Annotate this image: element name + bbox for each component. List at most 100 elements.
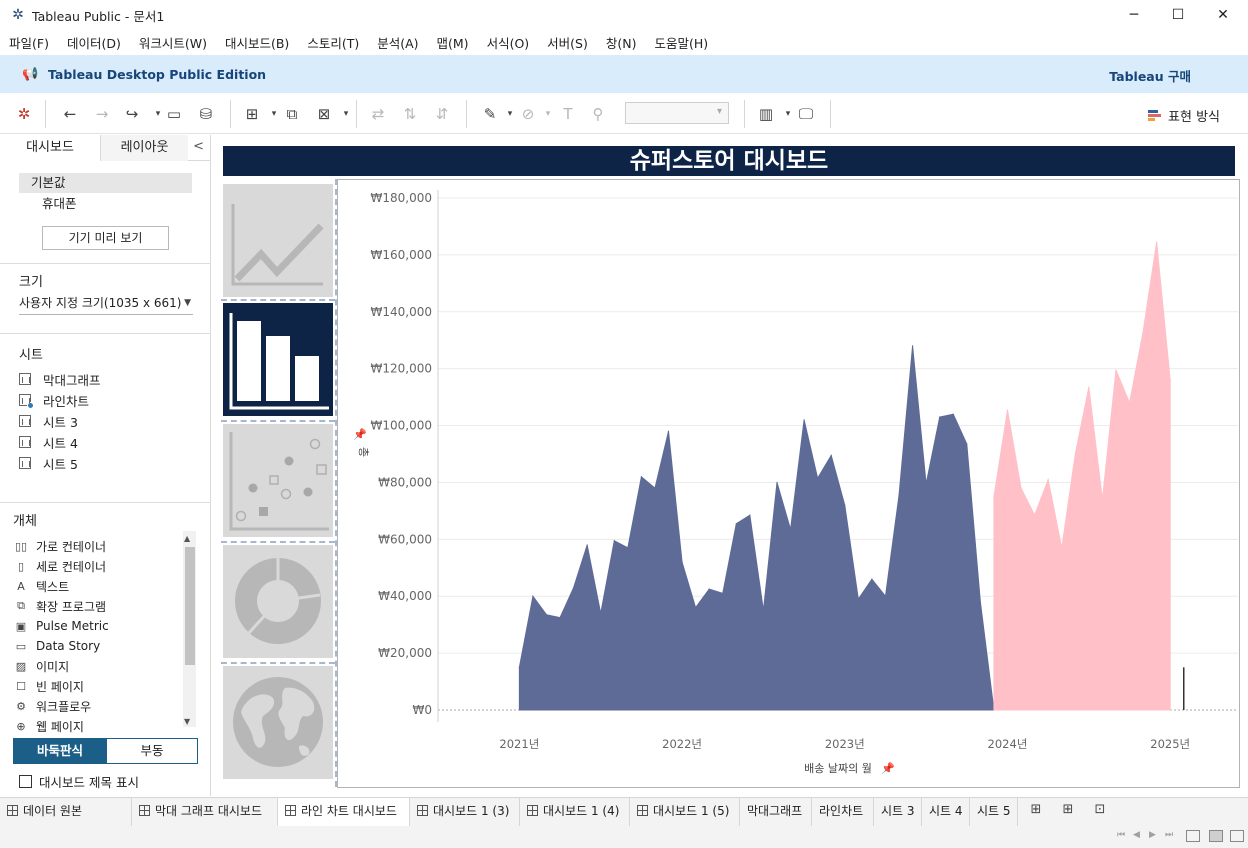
device-default[interactable]: 기본값 — [19, 173, 192, 193]
object-item-4[interactable]: ▣ Pulse Metric — [14, 616, 109, 636]
device-preview-button[interactable]: 기기 미리 보기 — [42, 226, 169, 250]
show-title-checkbox[interactable]: 대시보드 제목 표시 — [19, 772, 139, 791]
menu-item-6[interactable]: 맵(M) — [428, 33, 478, 52]
object-item-6[interactable]: ▨ 이미지 — [14, 656, 69, 676]
sheet-tab-4[interactable]: 대시보드 1 (4) — [520, 798, 630, 826]
device-phone[interactable]: 휴대폰 — [19, 194, 192, 214]
film-strip-icon[interactable] — [1186, 830, 1200, 842]
dashboard-panel: 대시보드 레이아웃 < 기본값 휴대폰 기기 미리 보기 크기 사용자 지정 크… — [0, 135, 211, 796]
area-chart[interactable]: ₩0 ₩20,000 ₩40,000 ₩60,000 ₩80,000 ₩100,000 ₩1… — [337, 179, 1240, 788]
dropdown-arrow-icon[interactable]: ▾ — [334, 102, 358, 126]
sort-asc-icon[interactable]: ⇅ — [398, 102, 422, 126]
tiled-toggle[interactable]: 바둑판식 — [13, 738, 107, 764]
tableau-home-icon[interactable]: ✲ — [12, 102, 36, 126]
data-point — [1061, 547, 1063, 549]
menu-item-8[interactable]: 서버(S) — [538, 33, 597, 52]
object-item-5[interactable]: ▭ Data Story — [14, 636, 100, 656]
collapse-icon[interactable]: < — [193, 139, 204, 154]
labels-icon[interactable]: T — [556, 102, 580, 126]
sheet-item-label: 막대그래프 — [43, 372, 101, 388]
menu-item-9[interactable]: 창(N) — [597, 33, 646, 52]
sheet-tab-1[interactable]: 막대 그래프 대시보드 — [132, 798, 278, 826]
undo-icon[interactable]: ← — [58, 102, 82, 126]
menu-item-7[interactable]: 서식(O) — [478, 33, 539, 52]
last-tab-icon[interactable]: ⏭ — [1165, 830, 1173, 840]
objects-scrollbar-thumb[interactable] — [185, 547, 195, 665]
sheet-tab-7[interactable]: 라인차트 — [812, 798, 874, 826]
object-item-7[interactable]: ☐ 빈 페이지 — [14, 676, 84, 696]
menu-item-4[interactable]: 스토리(T) — [298, 33, 368, 52]
map-thumbnail[interactable] — [223, 666, 333, 779]
sheet-tab-3[interactable]: 대시보드 1 (3) — [410, 798, 520, 826]
sheet-tab-2[interactable]: 라인 차트 대시보드 — [278, 798, 410, 826]
object-item-1[interactable]: ▯ 세로 컨테이너 — [14, 556, 106, 576]
line-chart-thumbnail[interactable] — [223, 184, 333, 297]
show-cards-icon[interactable]: ▥ — [754, 102, 778, 126]
sheet-item-2[interactable]: 시트 3 — [19, 411, 78, 431]
data-story-icon: ▭ — [15, 639, 27, 653]
minimize-button[interactable]: ─ — [1111, 0, 1157, 30]
sheet-tab-5[interactable]: 대시보드 1 (5) — [630, 798, 740, 826]
sheet-tab-9[interactable]: 시트 4 — [922, 798, 970, 826]
object-item-8[interactable]: ⚙ 워크플로우 — [14, 696, 91, 716]
sheet-item-3[interactable]: 시트 4 — [19, 432, 78, 452]
duplicate-icon[interactable]: ⧉ — [280, 102, 304, 126]
scroll-up-icon[interactable]: ▲ — [184, 534, 190, 543]
clear-sheet-icon[interactable]: ⊠ — [312, 102, 336, 126]
size-select[interactable]: 사용자 지정 크기(1035 x 661) ▼ — [19, 293, 193, 315]
data-point — [1142, 331, 1144, 333]
new-dashboard-tab-icon[interactable]: ⊞ — [1058, 802, 1078, 822]
data-point — [1156, 241, 1158, 243]
sheet-tab-10[interactable]: 시트 5 — [970, 798, 1018, 826]
object-item-0[interactable]: ▯▯ 가로 컨테이너 — [14, 536, 106, 556]
maximize-button[interactable]: ☐ — [1155, 0, 1201, 30]
sheet-item-label: 시트 4 — [43, 435, 78, 451]
swap-icon[interactable]: ⇄ — [366, 102, 390, 126]
menu-item-5[interactable]: 분석(A) — [368, 33, 427, 52]
menu-item-3[interactable]: 대시보드(B) — [216, 33, 298, 52]
show-me-button[interactable]: 표현 방식 — [1148, 106, 1220, 125]
donut-thumbnail[interactable] — [223, 545, 333, 658]
scroll-down-icon[interactable]: ▼ — [184, 717, 190, 726]
new-datasource-icon[interactable]: ⛁ — [194, 102, 218, 126]
menu-item-2[interactable]: 워크시트(W) — [130, 33, 216, 52]
data-point — [939, 416, 941, 418]
fit-dropdown[interactable] — [625, 102, 729, 124]
sheet-item-1[interactable]: 라인차트 — [19, 390, 89, 410]
object-item-2[interactable]: A 텍스트 — [14, 576, 69, 596]
tab-view-icon[interactable] — [1209, 830, 1223, 842]
sheet-item-4[interactable]: 시트 5 — [19, 453, 78, 473]
sheet-item-0[interactable]: 막대그래프 — [19, 369, 101, 389]
new-story-tab-icon[interactable]: ⊡ — [1090, 802, 1110, 822]
new-worksheet-tab-icon[interactable]: ⊞ — [1026, 802, 1046, 822]
first-tab-icon[interactable]: ⏮ — [1117, 830, 1125, 840]
menu-item-10[interactable]: 도움말(H) — [645, 33, 717, 52]
sheet-sorter-icon[interactable] — [1230, 830, 1244, 842]
floating-toggle[interactable]: 부동 — [106, 738, 198, 764]
pin-icon: 📌 — [881, 761, 895, 775]
object-item-9[interactable]: ⊕ 웹 페이지 — [14, 716, 84, 736]
sort-desc-icon[interactable]: ⇵ — [430, 102, 454, 126]
presentation-icon[interactable]: 🖵 — [794, 102, 818, 126]
scatter-thumbnail[interactable] — [223, 424, 333, 537]
menu-item-0[interactable]: 파일(F) — [0, 33, 58, 52]
redo-icon[interactable]: → — [90, 102, 114, 126]
save-icon[interactable]: ▭ — [162, 102, 186, 126]
sheet-tab-0[interactable]: 데이터 원본 — [0, 798, 132, 826]
tab-layout[interactable]: 레이아웃 — [100, 135, 188, 161]
menu-item-1[interactable]: 데이터(D) — [58, 33, 130, 52]
globe-icon — [233, 677, 323, 767]
bar-chart-thumbnail[interactable] — [223, 303, 333, 416]
dashboard-title[interactable]: 슈퍼스토어 대시보드 — [223, 146, 1235, 176]
buy-tableau-link[interactable]: Tableau 구매 — [1109, 66, 1191, 85]
pin-icon[interactable]: ⚲ — [586, 102, 610, 126]
sheet-tab-6[interactable]: 막대그래프 — [740, 798, 812, 826]
object-item-3[interactable]: ⧉ 확장 프로그램 — [14, 596, 106, 616]
next-tab-icon[interactable]: ▶ — [1149, 830, 1156, 840]
close-button[interactable]: ✕ — [1200, 0, 1246, 30]
new-worksheet-icon[interactable]: ⊞ — [240, 102, 264, 126]
sheet-tab-8[interactable]: 시트 3 — [874, 798, 922, 826]
tab-dashboard[interactable]: 대시보드 — [0, 135, 100, 161]
redo-loop-icon[interactable]: ↪ — [120, 102, 144, 126]
prev-tab-icon[interactable]: ◀ — [1133, 830, 1140, 840]
